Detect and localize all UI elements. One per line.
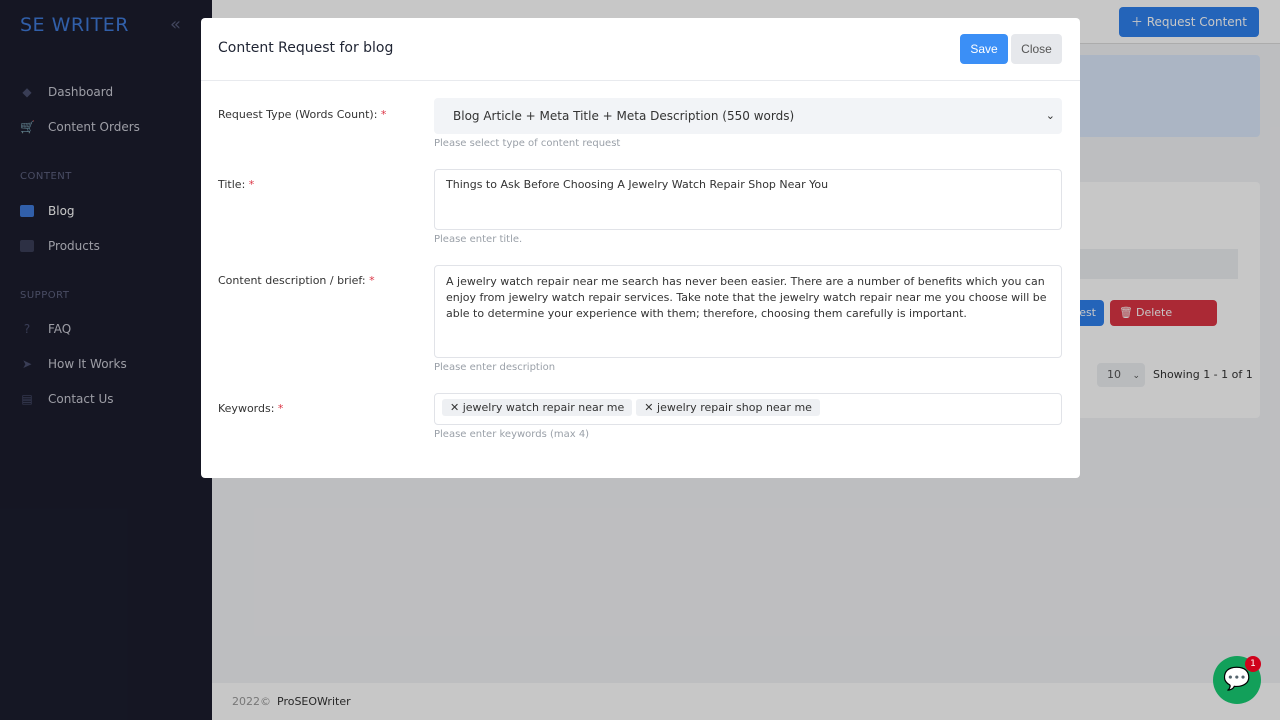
close-button[interactable]: Close [1011, 34, 1062, 64]
keywords-input[interactable]: ✕ jewelry watch repair near me ✕ jewelry … [434, 393, 1062, 425]
remove-tag-icon[interactable]: ✕ [450, 401, 463, 414]
content-request-modal: Content Request for blog Save Close Requ… [201, 18, 1080, 478]
save-button[interactable]: Save [960, 34, 1008, 64]
request-type-help: Please select type of content request [434, 138, 621, 149]
description-textarea[interactable]: A jewelry watch repair near me search ha… [434, 265, 1062, 358]
keyword-tag: ✕ jewelry repair shop near me [636, 399, 820, 416]
description-label: Content description / brief: * [218, 274, 375, 287]
title-help: Please enter title. [434, 234, 523, 245]
chevron-down-icon: ⌄ [1045, 109, 1055, 122]
description-help: Please enter description [434, 362, 556, 373]
keywords-help: Please enter keywords (max 4) [434, 429, 590, 440]
title-label: Title: * [218, 178, 255, 191]
request-type-label: Request Type (Words Count): * [218, 108, 387, 121]
title-input[interactable]: Things to Ask Before Choosing A Jewelry … [434, 169, 1062, 230]
keywords-label: Keywords: * [218, 402, 284, 415]
modal-header: Content Request for blog Save Close [201, 18, 1080, 81]
keyword-tag: ✕ jewelry watch repair near me [442, 399, 633, 416]
chat-badge: 1 [1245, 656, 1261, 672]
chat-bubble-icon: 💬 [1223, 667, 1251, 692]
modal-title: Content Request for blog [218, 40, 394, 56]
request-type-value: Blog Article + Meta Title + Meta Descrip… [453, 109, 795, 123]
request-type-select[interactable]: Blog Article + Meta Title + Meta Descrip… [434, 98, 1062, 134]
remove-tag-icon[interactable]: ✕ [644, 401, 657, 414]
